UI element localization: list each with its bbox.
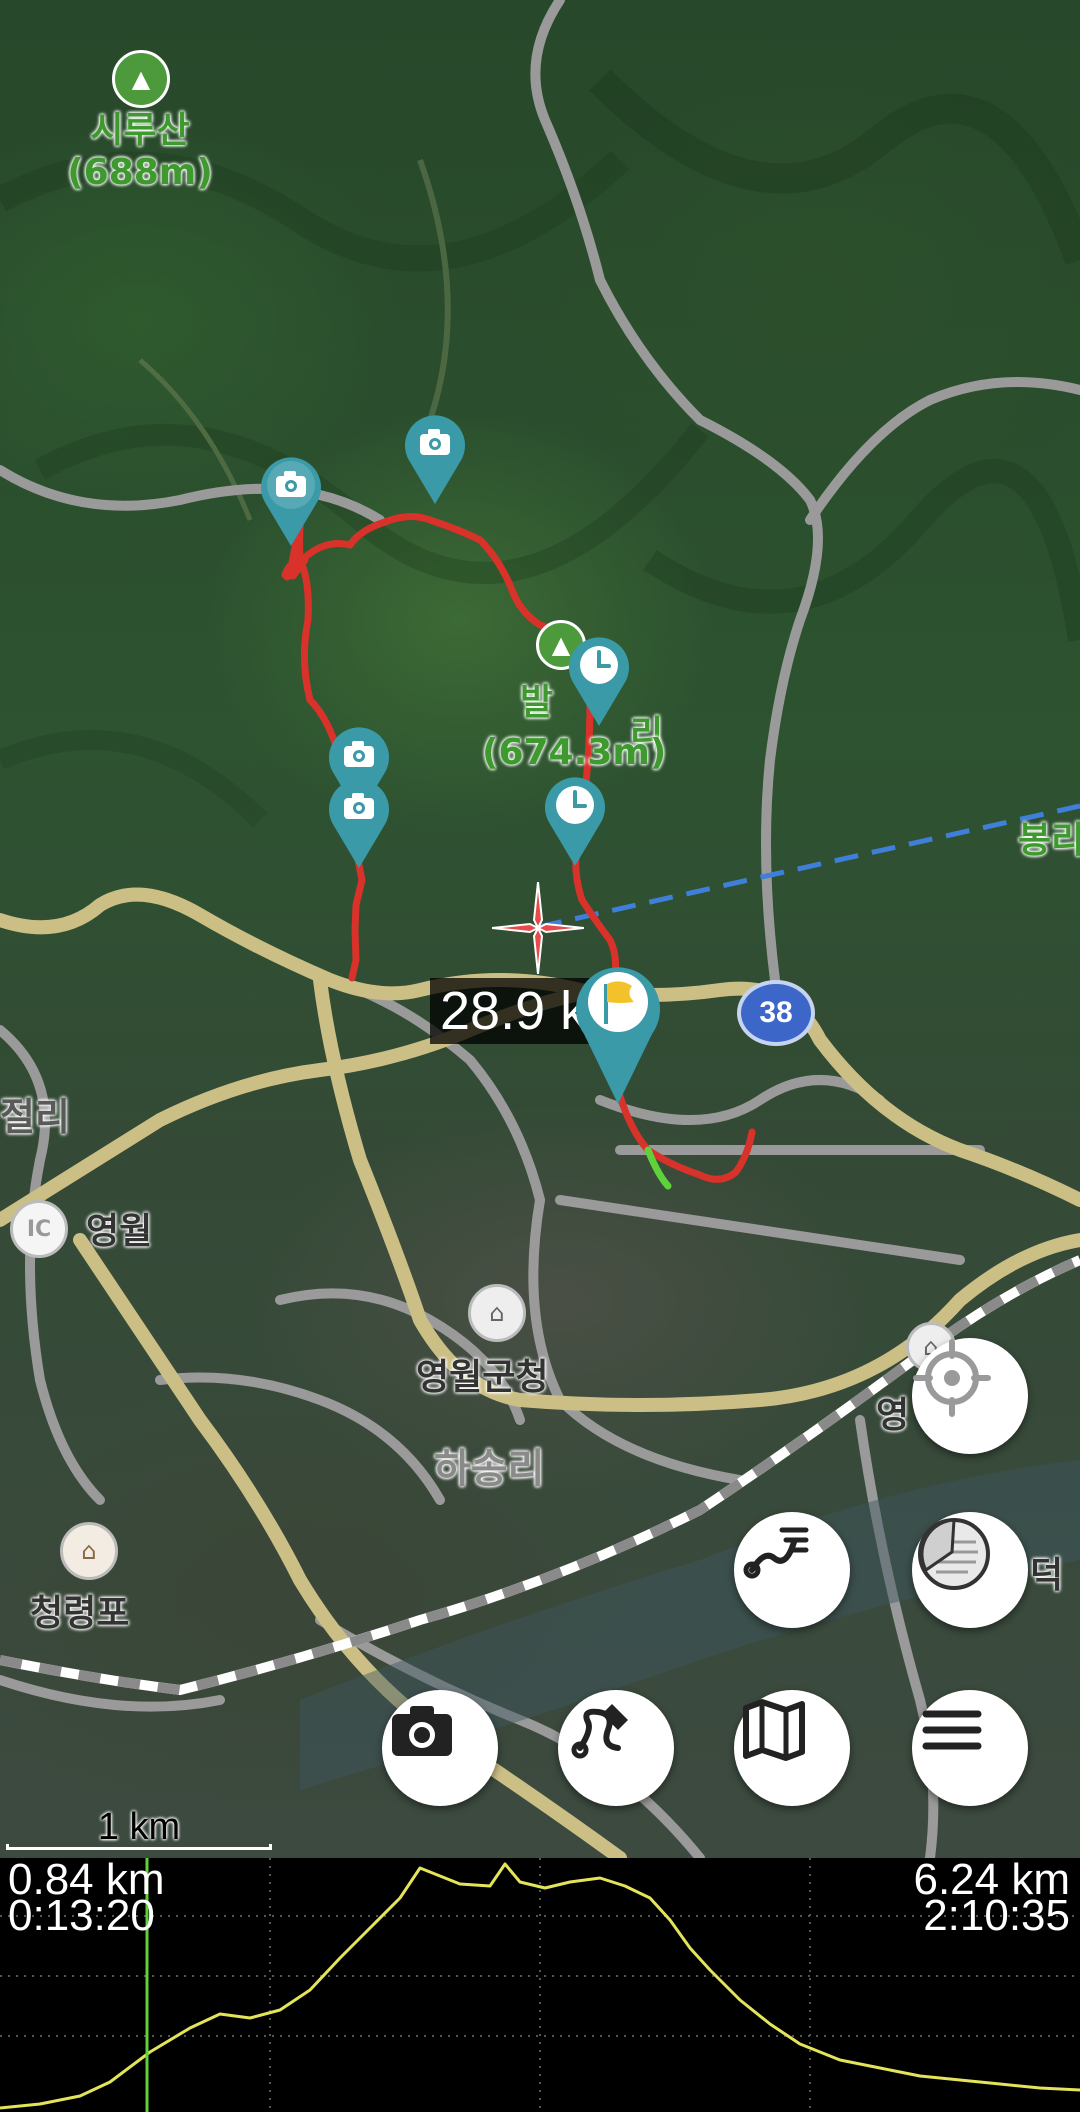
maps-button[interactable] <box>734 1690 850 1806</box>
direction-line <box>537 803 1080 930</box>
mountain-elevation: (688m) <box>67 152 213 193</box>
village-label-jeolli: 절리 <box>0 1095 70 1139</box>
flag-pin-icon[interactable] <box>574 958 662 1106</box>
camera-pin-icon[interactable] <box>326 774 392 870</box>
government-building-icon: ⌂ <box>468 1284 526 1342</box>
layers-button[interactable] <box>912 1512 1028 1628</box>
place-label-yeong: 영 <box>876 1395 910 1436</box>
mountain-icon: ▲ <box>112 50 170 108</box>
draw-route-icon <box>571 1704 628 1759</box>
map-view[interactable]: ▲ 시루산 (688m) ▲ 발 리 (674.3m) 봉리 절리 IC 영월 … <box>0 0 1080 1858</box>
crosshair-icon <box>492 882 584 974</box>
county-office-label: 영월군청 <box>416 1357 549 1398</box>
locate-icon <box>913 1339 991 1417</box>
draw-route-button[interactable] <box>558 1690 674 1806</box>
scale-label: 1 km <box>97 1806 181 1848</box>
locate-button[interactable] <box>912 1338 1028 1454</box>
mountain-name: 시루산 <box>90 110 190 151</box>
profile-left-time: 0:13:20 <box>8 1891 155 1940</box>
cheongnyeongpo-label: 청령포 <box>30 1593 130 1634</box>
camera-pin-icon[interactable] <box>258 452 324 548</box>
mountain-elevation-bal: (674.3m) <box>482 732 667 773</box>
track-list-button[interactable] <box>734 1512 850 1628</box>
mountain-name-bal: 발 <box>520 682 554 723</box>
ic-label: 영월 <box>86 1211 153 1252</box>
interchange-badge: IC <box>10 1200 68 1258</box>
track-list-icon <box>743 1527 809 1579</box>
layers-icon <box>918 1518 990 1590</box>
heritage-icon: ⌂ <box>60 1522 118 1580</box>
menu-button[interactable] <box>912 1690 1028 1806</box>
village-label-bongri: 봉리 <box>1018 820 1080 861</box>
district-label-hasongri: 하송리 <box>434 1446 545 1492</box>
place-label-deok: 덕 <box>1030 1555 1064 1596</box>
camera-icon <box>392 1706 452 1756</box>
elevation-profile[interactable]: 0.84 km 0:13:20 6.24 km 2:10:35 <box>0 1858 1080 2112</box>
distance-to-target-label: 28.9 k <box>430 978 598 1044</box>
route-38-sign: 38 <box>737 980 815 1046</box>
camera-button[interactable] <box>382 1690 498 1806</box>
mountain-label-siru: 시루산 (688m) <box>60 110 220 194</box>
map-icon <box>743 1699 805 1761</box>
scale-bar <box>6 1844 272 1850</box>
profile-right-time: 2:10:35 <box>923 1891 1070 1940</box>
camera-pin-icon[interactable] <box>402 410 468 506</box>
menu-icon <box>922 1710 982 1750</box>
clock-pin-icon[interactable] <box>542 772 608 868</box>
map-scale: 1 km <box>6 1806 272 1852</box>
clock-pin-icon[interactable] <box>566 632 632 728</box>
